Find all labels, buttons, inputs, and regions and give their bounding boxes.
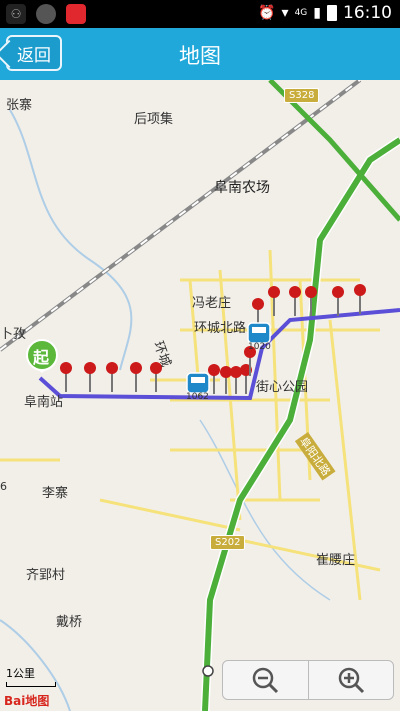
map-view[interactable]: 张寨 后项集 阜南农场 冯老庄 环城北路 卜孜 阜南站 环城 街心公园 李寨 齐… — [0, 80, 400, 711]
map-label: 张寨 — [6, 98, 33, 113]
map-label: 冯老庄 — [192, 296, 232, 311]
stop-pin[interactable] — [106, 362, 118, 392]
stop-pin[interactable] — [354, 284, 366, 314]
baidu-logo: Bai地图 — [4, 694, 50, 708]
stop-pin[interactable] — [84, 362, 96, 392]
location-dot-icon — [202, 665, 214, 677]
expressway-border — [200, 136, 400, 711]
map-label: 阜南农场 — [214, 180, 270, 196]
stop-pin[interactable] — [289, 286, 301, 316]
zoom-out-button[interactable] — [223, 661, 308, 699]
app-icon — [36, 4, 56, 24]
page-title: 地图 — [179, 44, 221, 68]
zoom-in-button[interactable] — [309, 661, 394, 699]
map-label: 环城北路 — [194, 321, 247, 336]
bus-label: 1020 — [248, 342, 271, 352]
map-label: 李寨 — [42, 486, 69, 501]
bus-icon[interactable] — [247, 322, 271, 344]
title-bar: 返回 地图 — [0, 28, 400, 80]
stop-pin[interactable] — [130, 362, 142, 392]
map-label: 街心公园 — [256, 380, 309, 395]
map-label: 6 — [0, 480, 7, 493]
expressway — [202, 137, 400, 711]
town-roads — [0, 249, 381, 601]
status-bar: ⚇ ⏰ ▾ 4G ▮ 16:10 — [0, 0, 400, 28]
map-label: 齐郢村 — [26, 568, 66, 583]
battery-icon — [327, 5, 337, 21]
map-label: 后项集 — [134, 112, 174, 127]
zoom-control — [222, 660, 394, 700]
stop-pin[interactable] — [332, 286, 344, 316]
stop-pin[interactable] — [60, 362, 72, 392]
wifi-icon: ▾ — [281, 5, 289, 21]
scale-label: 1公里 — [6, 667, 35, 680]
clock: 16:10 — [343, 3, 392, 23]
map-label: 戴桥 — [56, 615, 83, 630]
bus-icon[interactable] — [186, 372, 210, 394]
map-label: 阜南站 — [24, 395, 64, 410]
road-badge: S328 — [284, 88, 320, 103]
stop-pin[interactable] — [268, 286, 280, 316]
bus-label: 1062 — [186, 392, 209, 402]
start-marker-label: 起 — [33, 348, 50, 367]
zoom-out-icon — [253, 667, 279, 694]
scale-bar — [6, 682, 56, 687]
alarm-icon: ⏰ — [258, 5, 276, 21]
weibo-icon — [66, 4, 86, 24]
usb-icon: ⚇ — [6, 4, 26, 24]
map-label: 卜孜 — [0, 327, 27, 342]
zoom-in-icon — [338, 667, 364, 694]
signal-icon: ▮ — [313, 5, 321, 21]
map-scale: 1公里 — [6, 665, 56, 687]
road-badge: S202 — [210, 535, 246, 550]
map-label: 崔腰庄 — [316, 553, 356, 568]
network-type: 4G — [294, 8, 308, 18]
